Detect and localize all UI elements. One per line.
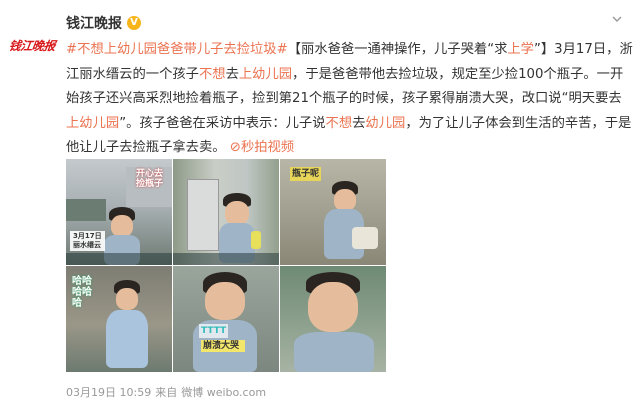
image-thumbnail-6[interactable]	[280, 266, 386, 372]
subtitle-strip	[66, 253, 172, 265]
text-segment: ”。孩子爸爸在采访中表示：儿子说	[119, 115, 326, 131]
caption-location: 丽水缙云	[73, 241, 101, 249]
post-footer: 03月19日 10:59 来自 微博 weibo.com	[66, 384, 266, 400]
hashtag-link[interactable]: #不想上幼儿园爸爸带儿子去捡垃圾#	[66, 42, 288, 57]
video-link-label: 秒拍视频	[240, 140, 295, 155]
post-text: #不想上幼儿园爸爸带儿子去捡垃圾#【丽水爸爸一通神操作，儿子哭着“求上学”】3月…	[66, 38, 634, 161]
image-thumbnail-1[interactable]: 开心去捡瓶子 3月17日 丽水缙云	[66, 159, 172, 265]
image-caption: 3月17日 丽水缙云	[70, 231, 105, 251]
highlight-text: 上学	[507, 42, 534, 57]
image-thumbnail-5[interactable]: TTTT 崩溃大哭	[173, 266, 279, 372]
source-link[interactable]: 微博 weibo.com	[181, 384, 266, 400]
from-label: 来自	[155, 386, 178, 399]
text-segment: 去	[225, 66, 239, 82]
highlight-text: 不想	[325, 115, 353, 131]
highlight-text: 上幼儿园	[238, 66, 293, 82]
image-thumbnail-2[interactable]	[173, 159, 279, 265]
sticker-text: 瓶子呢	[290, 167, 322, 181]
highlight-text: 幼儿园	[365, 115, 406, 131]
avatar-logo-text: 钱江晚报	[7, 38, 56, 53]
sticker-text: TTTT	[199, 324, 229, 338]
caption-date: 3月17日	[73, 232, 102, 240]
link-icon: ⊘	[229, 140, 241, 155]
verified-badge-icon: V	[127, 16, 141, 30]
highlight-text: 上幼儿园	[66, 115, 120, 131]
text-segment: 【丽水爸爸一通神操作，儿子哭着“求	[287, 42, 508, 57]
chevron-down-icon[interactable]	[612, 14, 622, 24]
image-grid: 开心去捡瓶子 3月17日 丽水缙云 瓶子呢 哈哈哈哈哈 TTTT 崩溃大哭	[66, 159, 386, 372]
image-thumbnail-4[interactable]: 哈哈哈哈哈	[66, 266, 172, 372]
highlight-text: 不想	[198, 66, 226, 82]
video-link[interactable]: ⊘秒拍视频	[230, 140, 294, 155]
sticker-text: 哈哈哈哈哈	[72, 276, 92, 309]
sticker-text: 崩溃大哭	[201, 340, 245, 352]
post-header: 钱江晚报 V	[66, 13, 141, 33]
sticker-text: 开心去捡瓶子	[136, 169, 164, 189]
text-segment: 去	[352, 115, 366, 131]
account-avatar[interactable]: 钱江晚报	[6, 30, 58, 60]
subtitle-strip	[173, 253, 279, 265]
post-date[interactable]: 03月19日 10:59	[66, 384, 151, 400]
image-thumbnail-3[interactable]: 瓶子呢	[280, 159, 386, 265]
account-name-link[interactable]: 钱江晚报	[66, 13, 122, 33]
